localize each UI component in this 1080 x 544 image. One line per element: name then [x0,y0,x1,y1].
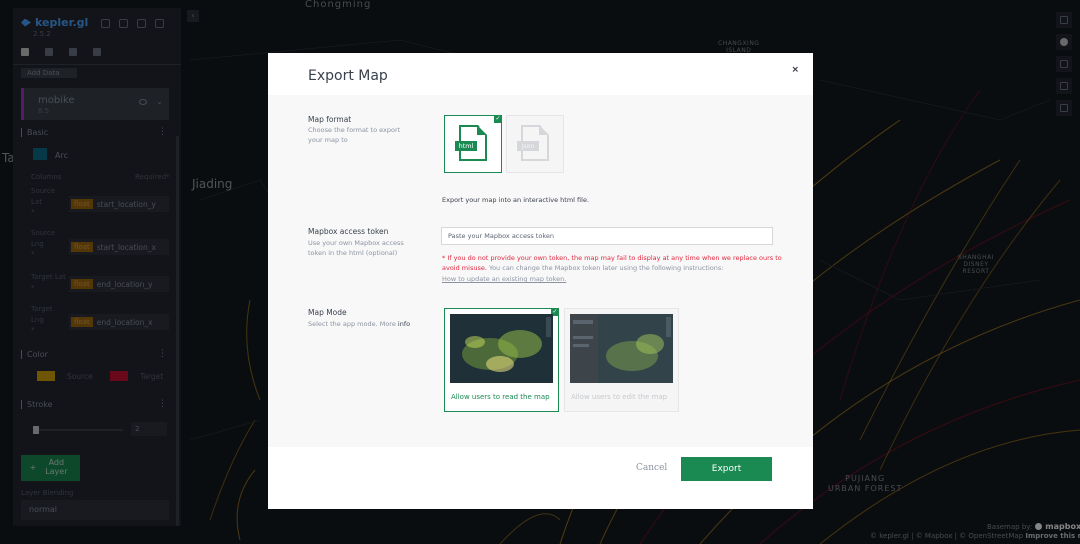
html-file-icon: html [455,125,487,161]
more-info-link[interactable]: info [398,320,410,328]
map-format-desc: Choose the format to export your map to [308,126,401,145]
format-option-html[interactable]: ✓ html [444,115,502,173]
token-desc: Use your own Mapbox access token in the … [308,239,404,258]
update-token-link[interactable]: How to update an existing map token. [442,275,566,283]
map-format-title: Map format [308,115,352,124]
mode-option-read[interactable]: ✓ Allow users to read the map [444,308,559,412]
map-mode-title: Map Mode [308,308,347,317]
dialog-title: Export Map [308,68,388,84]
token-title: Mapbox access token [308,227,389,236]
mode-option-edit[interactable]: Allow users to edit the map [564,308,679,412]
check-icon: ✓ [494,115,502,123]
format-option-json[interactable]: json [506,115,564,173]
dialog-body: Map format Choose the format to export y… [268,95,813,447]
read-mode-preview [450,314,553,383]
json-file-icon: json [517,125,549,161]
close-icon[interactable]: × [791,65,799,75]
mapbox-token-input[interactable] [441,227,773,245]
format-note: Export your map into an interactive html… [442,196,590,204]
edit-mode-label: Allow users to edit the map [571,393,668,401]
cancel-button[interactable]: Cancel [636,463,667,473]
edit-mode-preview [570,314,673,383]
read-mode-label: Allow users to read the map [451,393,550,401]
token-warning: * If you do not provide your own token, … [442,254,782,273]
export-map-dialog: Export Map × Map format Choose the forma… [268,53,813,509]
map-mode-desc: Select the app mode. More info [308,320,411,328]
export-button[interactable]: Export [681,457,772,481]
dialog-footer: Cancel Export [268,447,813,509]
